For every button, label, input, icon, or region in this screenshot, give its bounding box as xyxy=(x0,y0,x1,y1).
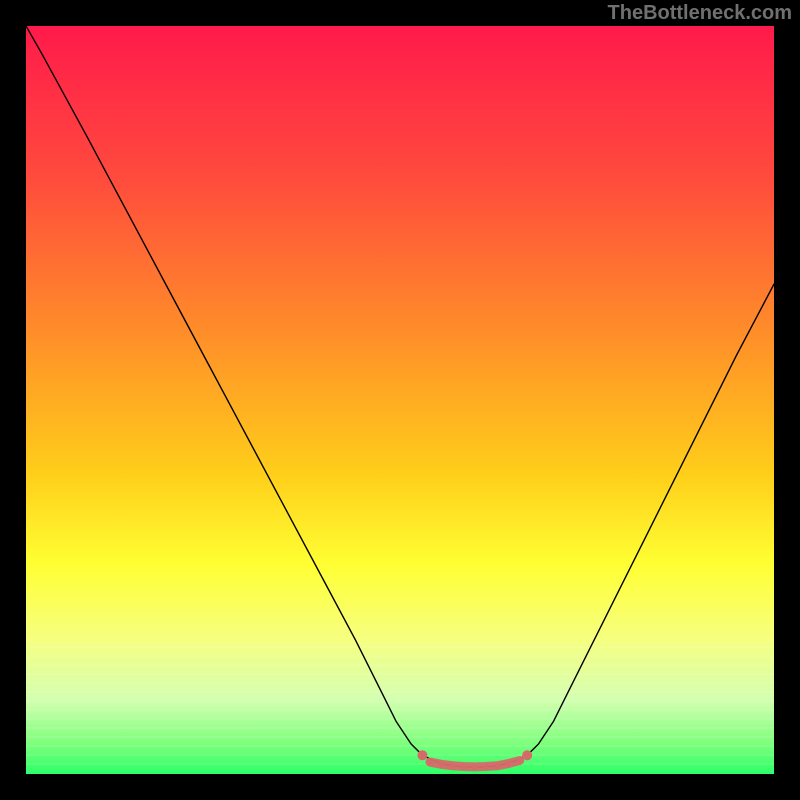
bottleneck-chart xyxy=(26,26,774,774)
watermark-text: TheBottleneck.com xyxy=(608,2,792,25)
plot-area xyxy=(26,26,774,774)
gradient-background xyxy=(26,26,774,774)
chart-frame: TheBottleneck.com xyxy=(0,0,800,800)
